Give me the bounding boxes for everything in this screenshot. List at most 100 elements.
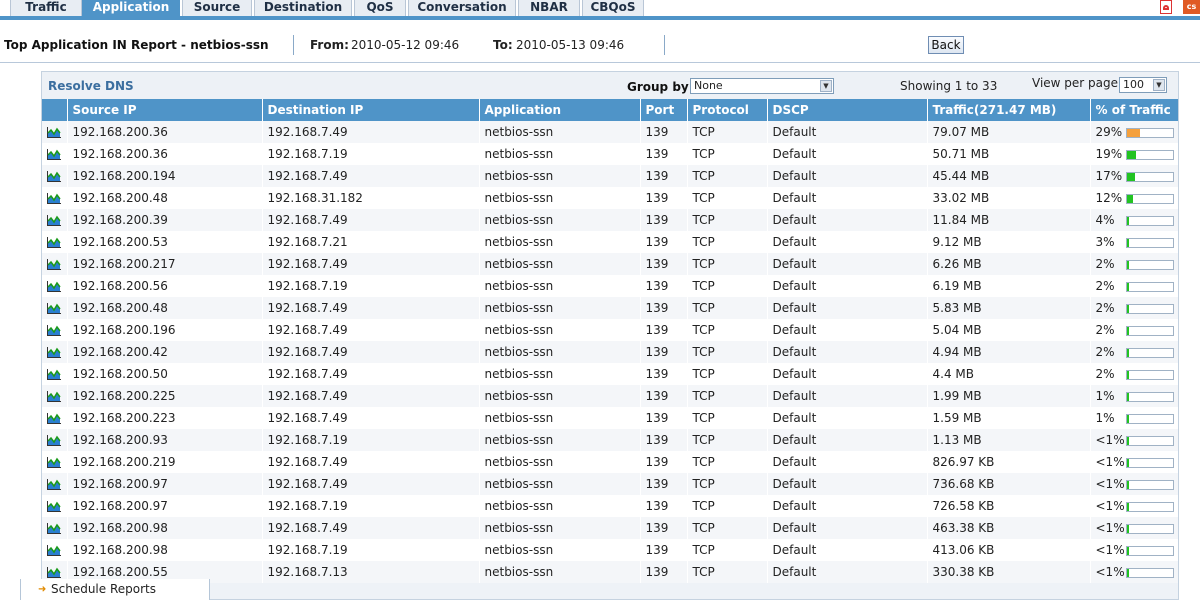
pdf-export-icon[interactable] xyxy=(1160,0,1172,14)
chart-icon[interactable] xyxy=(47,413,61,424)
chart-icon[interactable] xyxy=(47,149,61,160)
chevron-down-icon[interactable]: ▼ xyxy=(1153,79,1165,91)
chart-icon[interactable] xyxy=(47,501,61,512)
cell-dscp: Default xyxy=(767,539,928,561)
row-chart-cell xyxy=(42,473,68,495)
percent-value: 1% xyxy=(1095,389,1115,403)
cell-port: 139 xyxy=(640,473,688,495)
chart-icon[interactable] xyxy=(47,545,61,556)
cell-percent-traffic: <1% xyxy=(1090,495,1178,517)
cell-source-ip: 192.168.200.48 xyxy=(67,297,263,319)
percent-bar-fill xyxy=(1126,216,1129,225)
cell-protocol: TCP xyxy=(687,187,768,209)
cell-traffic: 4.4 MB xyxy=(927,363,1091,385)
table-row: 192.168.200.196 192.168.7.49 netbios-ssn 13… xyxy=(42,319,1178,341)
cell-percent-traffic: 2% xyxy=(1090,253,1178,275)
tab-qos[interactable]: QoS xyxy=(354,0,406,16)
cell-port: 139 xyxy=(640,517,688,539)
header-application[interactable]: Application xyxy=(479,99,641,121)
chart-icon[interactable] xyxy=(47,193,61,204)
percent-bar xyxy=(1125,127,1174,138)
chart-icon[interactable] xyxy=(47,457,61,468)
cell-traffic: 330.38 KB xyxy=(927,561,1091,583)
chart-icon[interactable] xyxy=(47,127,61,138)
cell-traffic: 1.13 MB xyxy=(927,429,1091,451)
tab-destination[interactable]: Destination xyxy=(254,0,352,16)
chart-icon[interactable] xyxy=(47,237,61,248)
header-source-ip[interactable]: Source IP xyxy=(67,99,263,121)
chart-icon[interactable] xyxy=(47,567,61,578)
row-chart-cell xyxy=(42,187,68,209)
table-row: 192.168.200.39 192.168.7.49 netbios-ssn 139… xyxy=(42,209,1178,231)
header-icon-column xyxy=(42,99,68,121)
percent-bar-fill xyxy=(1126,260,1129,269)
chart-icon[interactable] xyxy=(47,369,61,380)
chart-icon[interactable] xyxy=(47,171,61,182)
row-chart-cell xyxy=(42,297,68,319)
table-row: 192.168.200.36 192.168.7.19 netbios-ssn 139… xyxy=(42,143,1178,165)
cell-source-ip: 192.168.200.36 xyxy=(67,121,263,143)
cell-percent-traffic: 19% xyxy=(1090,143,1178,165)
percent-value: 2% xyxy=(1095,301,1115,315)
cell-traffic: 413.06 KB xyxy=(927,539,1091,561)
cell-dscp: Default xyxy=(767,407,928,429)
view-per-page-label: View per page xyxy=(1032,76,1119,90)
percent-bar xyxy=(1125,413,1174,424)
chart-icon[interactable] xyxy=(47,523,61,534)
tab-cbqos[interactable]: CBQoS xyxy=(582,0,644,16)
cell-port: 139 xyxy=(640,341,688,363)
table-row: 192.168.200.194 192.168.7.49 netbios-ssn 13… xyxy=(42,165,1178,187)
chart-icon[interactable] xyxy=(47,391,61,402)
header-percent-traffic[interactable]: % of Traffic xyxy=(1090,99,1178,121)
tab-nbar[interactable]: NBAR xyxy=(518,0,580,16)
cell-port: 139 xyxy=(640,275,688,297)
schedule-reports-link[interactable]: Schedule Reports xyxy=(51,582,156,596)
traffic-table: Source IP Destination IP Application Por… xyxy=(42,99,1178,583)
cell-protocol: TCP xyxy=(687,407,768,429)
cell-dscp: Default xyxy=(767,495,928,517)
header-protocol[interactable]: Protocol xyxy=(687,99,768,121)
percent-bar-fill xyxy=(1126,392,1129,401)
view-per-page-select[interactable]: 100 ▼ xyxy=(1119,77,1167,93)
chevron-down-icon[interactable]: ▼ xyxy=(820,80,832,92)
cell-traffic: 9.12 MB xyxy=(927,231,1091,253)
csv-export-icon[interactable]: cs xyxy=(1183,0,1200,14)
chart-icon[interactable] xyxy=(47,215,61,226)
cell-port: 139 xyxy=(640,539,688,561)
back-button[interactable]: Back xyxy=(928,36,964,54)
cell-dscp: Default xyxy=(767,121,928,143)
cell-dscp: Default xyxy=(767,253,928,275)
group-by-select[interactable]: None ▼ xyxy=(690,78,834,94)
percent-bar-fill xyxy=(1126,348,1129,357)
percent-value: <1% xyxy=(1095,455,1125,469)
cell-percent-traffic: <1% xyxy=(1090,561,1178,583)
cell-port: 139 xyxy=(640,451,688,473)
tab-conversation[interactable]: Conversation xyxy=(408,0,516,16)
cell-application: netbios-ssn xyxy=(479,187,641,209)
header-port[interactable]: Port xyxy=(640,99,688,121)
header-destination-ip[interactable]: Destination IP xyxy=(262,99,480,121)
percent-value: 1% xyxy=(1095,411,1115,425)
table-row: 192.168.200.97 192.168.7.19 netbios-ssn 139… xyxy=(42,495,1178,517)
chart-icon[interactable] xyxy=(47,259,61,270)
chart-icon[interactable] xyxy=(47,325,61,336)
cell-traffic: 463.38 KB xyxy=(927,517,1091,539)
resolve-dns-link[interactable]: Resolve DNS xyxy=(48,79,134,93)
page-title: Top Application IN Report - netbios-ssn xyxy=(4,38,269,52)
tab-application[interactable]: Application xyxy=(82,0,180,16)
chart-icon[interactable] xyxy=(47,281,61,292)
tab-source[interactable]: Source xyxy=(182,0,252,16)
header-traffic[interactable]: Traffic(271.47 MB) xyxy=(927,99,1091,121)
cell-percent-traffic: 1% xyxy=(1090,407,1178,429)
percent-bar-fill xyxy=(1126,524,1129,533)
chart-icon[interactable] xyxy=(47,435,61,446)
row-chart-cell xyxy=(42,451,68,473)
chart-icon[interactable] xyxy=(47,479,61,490)
chart-icon[interactable] xyxy=(47,347,61,358)
chart-icon[interactable] xyxy=(47,303,61,314)
tab-traffic[interactable]: Traffic xyxy=(10,0,82,16)
to-label: To: xyxy=(493,38,513,52)
header-dscp[interactable]: DSCP xyxy=(767,99,928,121)
row-chart-cell xyxy=(42,539,68,561)
percent-value: 2% xyxy=(1095,279,1115,293)
